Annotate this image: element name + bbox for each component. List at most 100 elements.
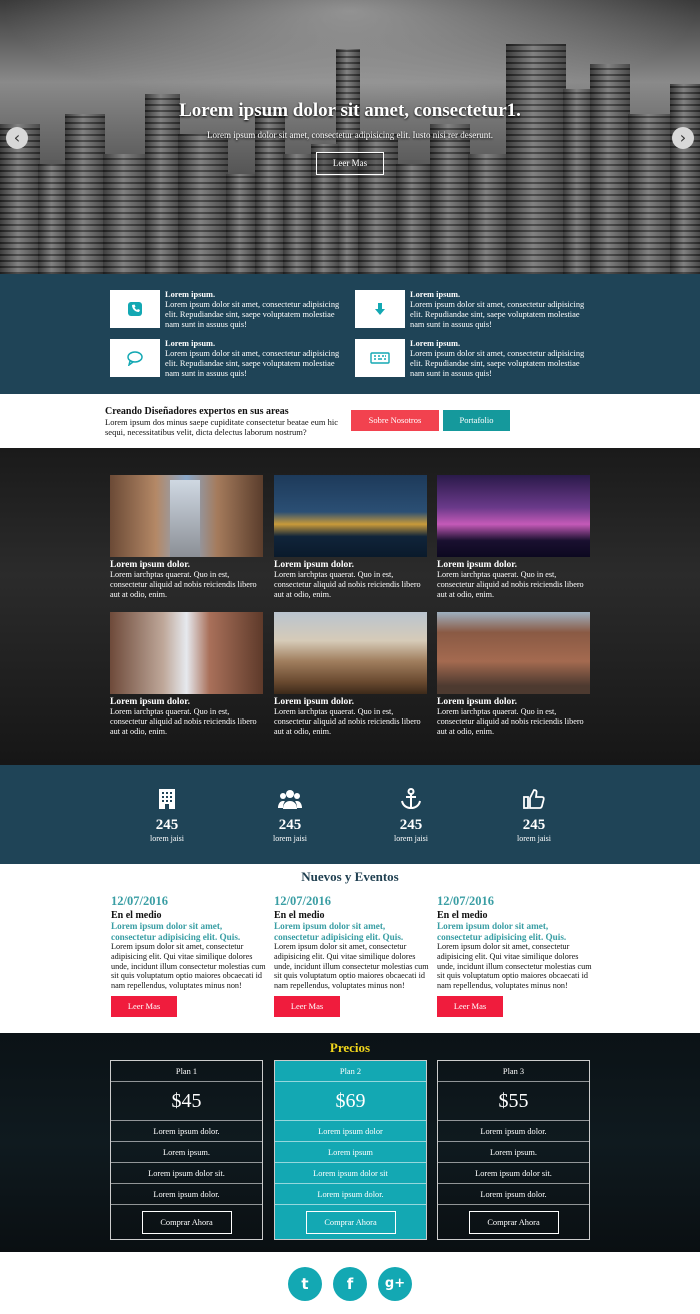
buy-now-button[interactable]: Comprar Ahora: [305, 1211, 396, 1234]
stat-item: 245 lorem jaisi: [127, 788, 207, 843]
cta-title: Creando Diseñadores expertos en sus area…: [105, 406, 289, 417]
gallery-item[interactable]: Lorem ipsum dolor. Lorem iarchptas quaer…: [110, 475, 263, 600]
plan-feature: Lorem ipsum.: [438, 1142, 589, 1163]
stat-value: 245: [522, 817, 546, 833]
news-date: 12/07/2016: [274, 894, 331, 908]
plan-name: Plan 3: [438, 1061, 589, 1082]
gallery-title: Lorem ipsum dolor.: [274, 560, 354, 570]
news-subheading: Lorem ipsum dolor sit amet, consectetur …: [111, 921, 241, 942]
twitter-icon[interactable]: t: [288, 1267, 322, 1301]
plan-feature: Lorem ipsum dolor: [275, 1121, 426, 1142]
gallery-text: Lorem iarchptas quaerat. Quo in est, con…: [274, 707, 421, 736]
gallery-text: Lorem iarchptas quaerat. Quo in est, con…: [274, 570, 421, 599]
gallery-title: Lorem ipsum dolor.: [437, 560, 517, 570]
gallery-image: [110, 612, 263, 694]
feature-title: Lorem ipsum.: [410, 290, 461, 299]
hero-read-more-button[interactable]: Leer Mas: [316, 152, 384, 175]
pricing-plan: Plan 3 $55 Lorem ipsum dolor. Lorem ipsu…: [437, 1060, 590, 1240]
plan-price: $55: [438, 1082, 589, 1121]
gallery-item[interactable]: Lorem ipsum dolor. Lorem iarchptas quaer…: [437, 612, 590, 737]
news-date: 12/07/2016: [111, 894, 168, 908]
feature-text: Lorem ipsum dolor sit amet, consectetur …: [410, 349, 585, 378]
buy-now-button[interactable]: Comprar Ahora: [468, 1211, 559, 1234]
plan-feature: Lorem ipsum dolor.: [111, 1121, 262, 1142]
gallery-image: [110, 475, 263, 557]
plan-feature: Lorem ipsum dolor.: [438, 1121, 589, 1142]
plan-feature: Lorem ipsum.: [111, 1142, 262, 1163]
news-heading: En el medio: [111, 910, 162, 921]
plan-feature: Lorem ipsum dolor sit: [275, 1163, 426, 1184]
google-plus-icon[interactable]: g+: [378, 1267, 412, 1301]
gallery-item[interactable]: Lorem ipsum dolor. Lorem iarchptas quaer…: [110, 612, 263, 737]
plan-feature: Lorem ipsum dolor sit.: [438, 1163, 589, 1184]
news-body: Lorem ipsum dolor sit amet, consectetur …: [111, 942, 266, 991]
feature-text: Lorem ipsum dolor sit amet, consectetur …: [165, 349, 340, 378]
news-body: Lorem ipsum dolor sit amet, consectetur …: [274, 942, 429, 991]
plan-name: Plan 2: [275, 1061, 426, 1082]
buy-now-button[interactable]: Comprar Ahora: [141, 1211, 232, 1234]
stats-section: [0, 765, 700, 864]
pricing-plan: Plan 2 $69 Lorem ipsum dolor Lorem ipsum…: [274, 1060, 427, 1240]
stat-label: lorem jaisi: [394, 834, 428, 843]
stat-item: 245 lorem jaisi: [250, 788, 330, 843]
download-icon: [355, 290, 405, 328]
facebook-icon[interactable]: f: [333, 1267, 367, 1301]
anchor-icon: [401, 788, 421, 810]
stat-value: 245: [278, 817, 302, 833]
feature-title: Lorem ipsum.: [165, 339, 216, 348]
features-section: Lorem ipsum. Lorem ipsum dolor sit amet, …: [0, 274, 700, 394]
news-subheading: Lorem ipsum dolor sit amet, consectetur …: [437, 921, 567, 942]
news-item: 12/07/2016 En el medio Lorem ipsum dolor…: [274, 894, 429, 1017]
gallery-title: Lorem ipsum dolor.: [437, 697, 517, 707]
hero-subtitle: Lorem ipsum dolor sit amet, consectetur …: [207, 130, 493, 140]
plan-price: $69: [275, 1082, 426, 1121]
news-item: 12/07/2016 En el medio Lorem ipsum dolor…: [437, 894, 592, 1017]
gallery-image: [274, 612, 427, 694]
hero-title: Lorem ipsum dolor sit amet, consectetur1…: [179, 100, 521, 121]
feature-title: Lorem ipsum.: [165, 290, 216, 299]
feature-item: Lorem ipsum. Lorem ipsum dolor sit amet, …: [355, 290, 595, 330]
gallery-image: [437, 612, 590, 694]
gallery-text: Lorem iarchptas quaerat. Quo in est, con…: [437, 570, 584, 599]
news-read-more-button[interactable]: Leer Mas: [437, 995, 503, 1017]
gallery-text: Lorem iarchptas quaerat. Quo in est, con…: [110, 707, 257, 736]
gallery-title: Lorem ipsum dolor.: [110, 697, 190, 707]
stat-item: 245 lorem jaisi: [494, 788, 574, 843]
cta-text: Lorem ipsum dos minus saepe cupiditate c…: [105, 417, 338, 437]
about-us-button[interactable]: Sobre Nosotros: [351, 410, 439, 431]
stat-item: 245 lorem jaisi: [371, 788, 451, 843]
news-heading: En el medio: [437, 910, 488, 921]
news-subheading: Lorem ipsum dolor sit amet, consectetur …: [274, 921, 404, 942]
stat-value: 245: [399, 817, 423, 833]
portfolio-button[interactable]: Portafolio: [443, 410, 510, 431]
stat-label: lorem jaisi: [517, 834, 551, 843]
chevron-right-icon[interactable]: ›: [672, 127, 694, 149]
gallery-item[interactable]: Lorem ipsum dolor. Lorem iarchptas quaer…: [437, 475, 590, 600]
gallery-item[interactable]: Lorem ipsum dolor. Lorem iarchptas quaer…: [274, 475, 427, 600]
plan-price: $45: [111, 1082, 262, 1121]
chevron-left-icon[interactable]: ‹: [6, 127, 28, 149]
phone-icon: [110, 290, 160, 328]
plan-feature: Lorem ipsum dolor sit.: [111, 1163, 262, 1184]
news-read-more-button[interactable]: Leer Mas: [111, 995, 177, 1017]
feature-text: Lorem ipsum dolor sit amet, consectetur …: [410, 300, 585, 329]
news-date: 12/07/2016: [437, 894, 494, 908]
plan-feature: Lorem ipsum: [275, 1142, 426, 1163]
chat-icon: [110, 339, 160, 377]
users-icon: [278, 790, 302, 809]
pricing-title: Precios: [329, 1040, 371, 1055]
feature-item: Lorem ipsum. Lorem ipsum dolor sit amet, …: [110, 290, 350, 330]
gallery-image: [437, 475, 590, 557]
news-item: 12/07/2016 En el medio Lorem ipsum dolor…: [111, 894, 266, 1017]
plan-feature: Lorem ipsum dolor.: [438, 1184, 589, 1205]
gallery-text: Lorem iarchptas quaerat. Quo in est, con…: [110, 570, 257, 599]
thumbs-up-icon: [523, 789, 545, 809]
news-read-more-button[interactable]: Leer Mas: [274, 995, 340, 1017]
keyboard-icon: [355, 339, 405, 377]
news-heading: En el medio: [274, 910, 325, 921]
news-title: Nuevos y Eventos: [301, 869, 399, 884]
gallery-text: Lorem iarchptas quaerat. Quo in est, con…: [437, 707, 584, 736]
gallery-item[interactable]: Lorem ipsum dolor. Lorem iarchptas quaer…: [274, 612, 427, 737]
news-body: Lorem ipsum dolor sit amet, consectetur …: [437, 942, 592, 991]
hero-banner: Lorem ipsum dolor sit amet, consectetur1…: [0, 0, 700, 274]
